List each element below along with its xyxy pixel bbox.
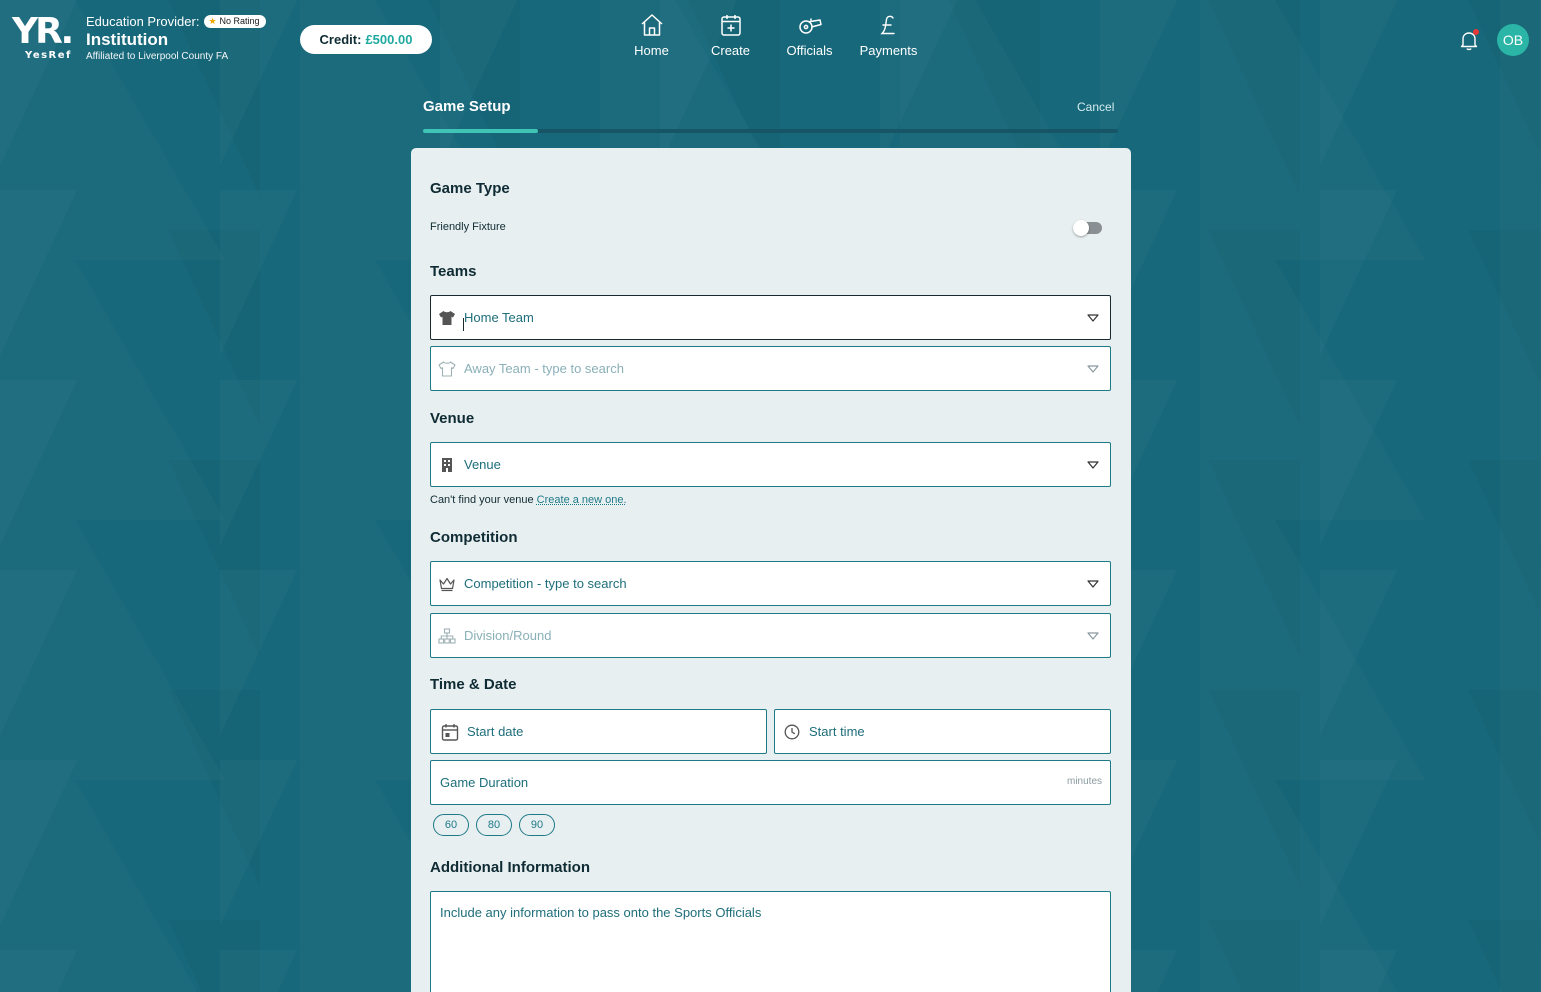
rating-badge-label: No Rating — [219, 16, 260, 26]
venue-help-text: Can't find your venue Create a new one. — [430, 494, 627, 506]
chevron-down-icon — [1087, 580, 1099, 588]
credit-label: Credit: — [319, 32, 362, 47]
credit-amount: £500.00 — [365, 32, 413, 47]
duration-chip-80[interactable]: 80 — [476, 814, 512, 836]
institution-name: Institution — [86, 30, 169, 49]
chevron-down-icon — [1087, 314, 1099, 322]
competition-placeholder: Competition - type to search — [464, 576, 627, 591]
duration-chip-60[interactable]: 60 — [433, 814, 469, 836]
pound-icon — [879, 15, 895, 35]
duration-chip-90[interactable]: 90 — [519, 814, 555, 836]
competition-heading: Competition — [430, 529, 518, 546]
calendar-plus-icon — [720, 15, 741, 36]
cancel-button[interactable]: Cancel — [1077, 100, 1114, 114]
crown-icon — [438, 575, 456, 593]
nav-officials-label: Officials — [786, 43, 833, 58]
nav-home-label: Home — [634, 43, 669, 58]
logo-wordmark: YesRef — [25, 50, 72, 61]
duration-unit: minutes — [1066, 776, 1102, 787]
friendly-fixture-label: Friendly Fixture — [430, 221, 506, 233]
start-time-placeholder: Start time — [809, 724, 865, 739]
game-setup-form: Game Type Friendly Fixture Teams Home Te… — [411, 148, 1131, 992]
whistle-icon — [798, 18, 822, 34]
nav-create-label: Create — [710, 43, 751, 58]
nav-home[interactable]: Home — [612, 12, 691, 58]
nav-officials[interactable]: Officials — [770, 12, 849, 58]
setup-progress-bar — [423, 129, 1118, 133]
teams-heading: Teams — [430, 263, 477, 280]
game-duration-field[interactable]: Game Duration minutes — [430, 760, 1111, 805]
game-type-heading: Game Type — [430, 180, 510, 197]
text-caret — [463, 318, 464, 331]
chevron-down-icon — [1087, 461, 1099, 469]
create-venue-link[interactable]: Create a new one. — [537, 494, 627, 506]
chevron-down-icon — [1087, 365, 1099, 373]
duration-presets: 60 80 90 — [433, 814, 555, 836]
nav-payments-label: Payments — [859, 43, 918, 58]
additional-info-placeholder: Include any information to pass onto the… — [440, 905, 762, 920]
provider-info: Education Provider: ★ No Rating Institut… — [86, 13, 266, 62]
hierarchy-icon — [438, 627, 456, 645]
start-date-placeholder: Start date — [467, 724, 524, 739]
competition-field[interactable]: Competition - type to search — [430, 561, 1111, 606]
game-duration-placeholder: Game Duration — [440, 775, 529, 790]
away-team-placeholder: Away Team - type to search — [464, 361, 624, 376]
shirt-outline-icon — [438, 360, 456, 378]
yesref-logo[interactable]: YR. YesRef — [12, 14, 76, 64]
clock-icon — [783, 723, 801, 741]
venue-field[interactable]: Venue — [430, 442, 1111, 487]
shirt-filled-icon — [438, 309, 456, 327]
chevron-down-icon — [1087, 632, 1099, 640]
additional-info-textarea[interactable]: Include any information to pass onto the… — [430, 891, 1111, 992]
provider-label: Education Provider: — [86, 13, 200, 29]
setup-progress-fill — [423, 129, 539, 133]
nav-payments[interactable]: Payments — [849, 12, 928, 58]
friendly-fixture-toggle[interactable] — [1073, 220, 1102, 236]
page-title: Game Setup — [423, 98, 511, 115]
additional-info-heading: Additional Information — [430, 859, 590, 876]
toggle-knob — [1073, 220, 1089, 236]
start-time-field[interactable]: Start time — [774, 709, 1111, 754]
notifications-button[interactable] — [1457, 28, 1481, 52]
affiliation-text: Affiliated to Liverpool County FA — [86, 51, 229, 62]
rating-badge: ★ No Rating — [204, 14, 266, 28]
time-date-heading: Time & Date — [430, 676, 517, 693]
star-icon: ★ — [208, 15, 217, 26]
venue-placeholder: Venue — [464, 457, 501, 472]
user-avatar[interactable]: OB — [1497, 24, 1529, 56]
venue-heading: Venue — [430, 410, 475, 427]
calendar-icon — [441, 723, 459, 741]
main-nav: Home Create Officials Payments — [612, 12, 928, 58]
home-icon — [640, 14, 663, 36]
logo-mark: YR. — [12, 11, 74, 52]
away-team-field[interactable]: Away Team - type to search — [430, 346, 1111, 391]
credit-pill[interactable]: Credit: £500.00 — [300, 25, 432, 54]
home-team-field[interactable]: Home Team — [430, 295, 1111, 340]
venue-note-text: Can't find your venue — [430, 494, 534, 506]
start-date-field[interactable]: Start date — [430, 709, 767, 754]
nav-create[interactable]: Create — [691, 12, 770, 58]
notification-dot — [1473, 29, 1479, 35]
division-round-placeholder: Division/Round — [464, 628, 552, 643]
division-round-field[interactable]: Division/Round — [430, 613, 1111, 658]
building-icon — [438, 456, 456, 474]
home-team-placeholder: Home Team — [464, 310, 534, 325]
top-bar: YR. YesRef Education Provider: ★ No Rati… — [0, 0, 1541, 80]
